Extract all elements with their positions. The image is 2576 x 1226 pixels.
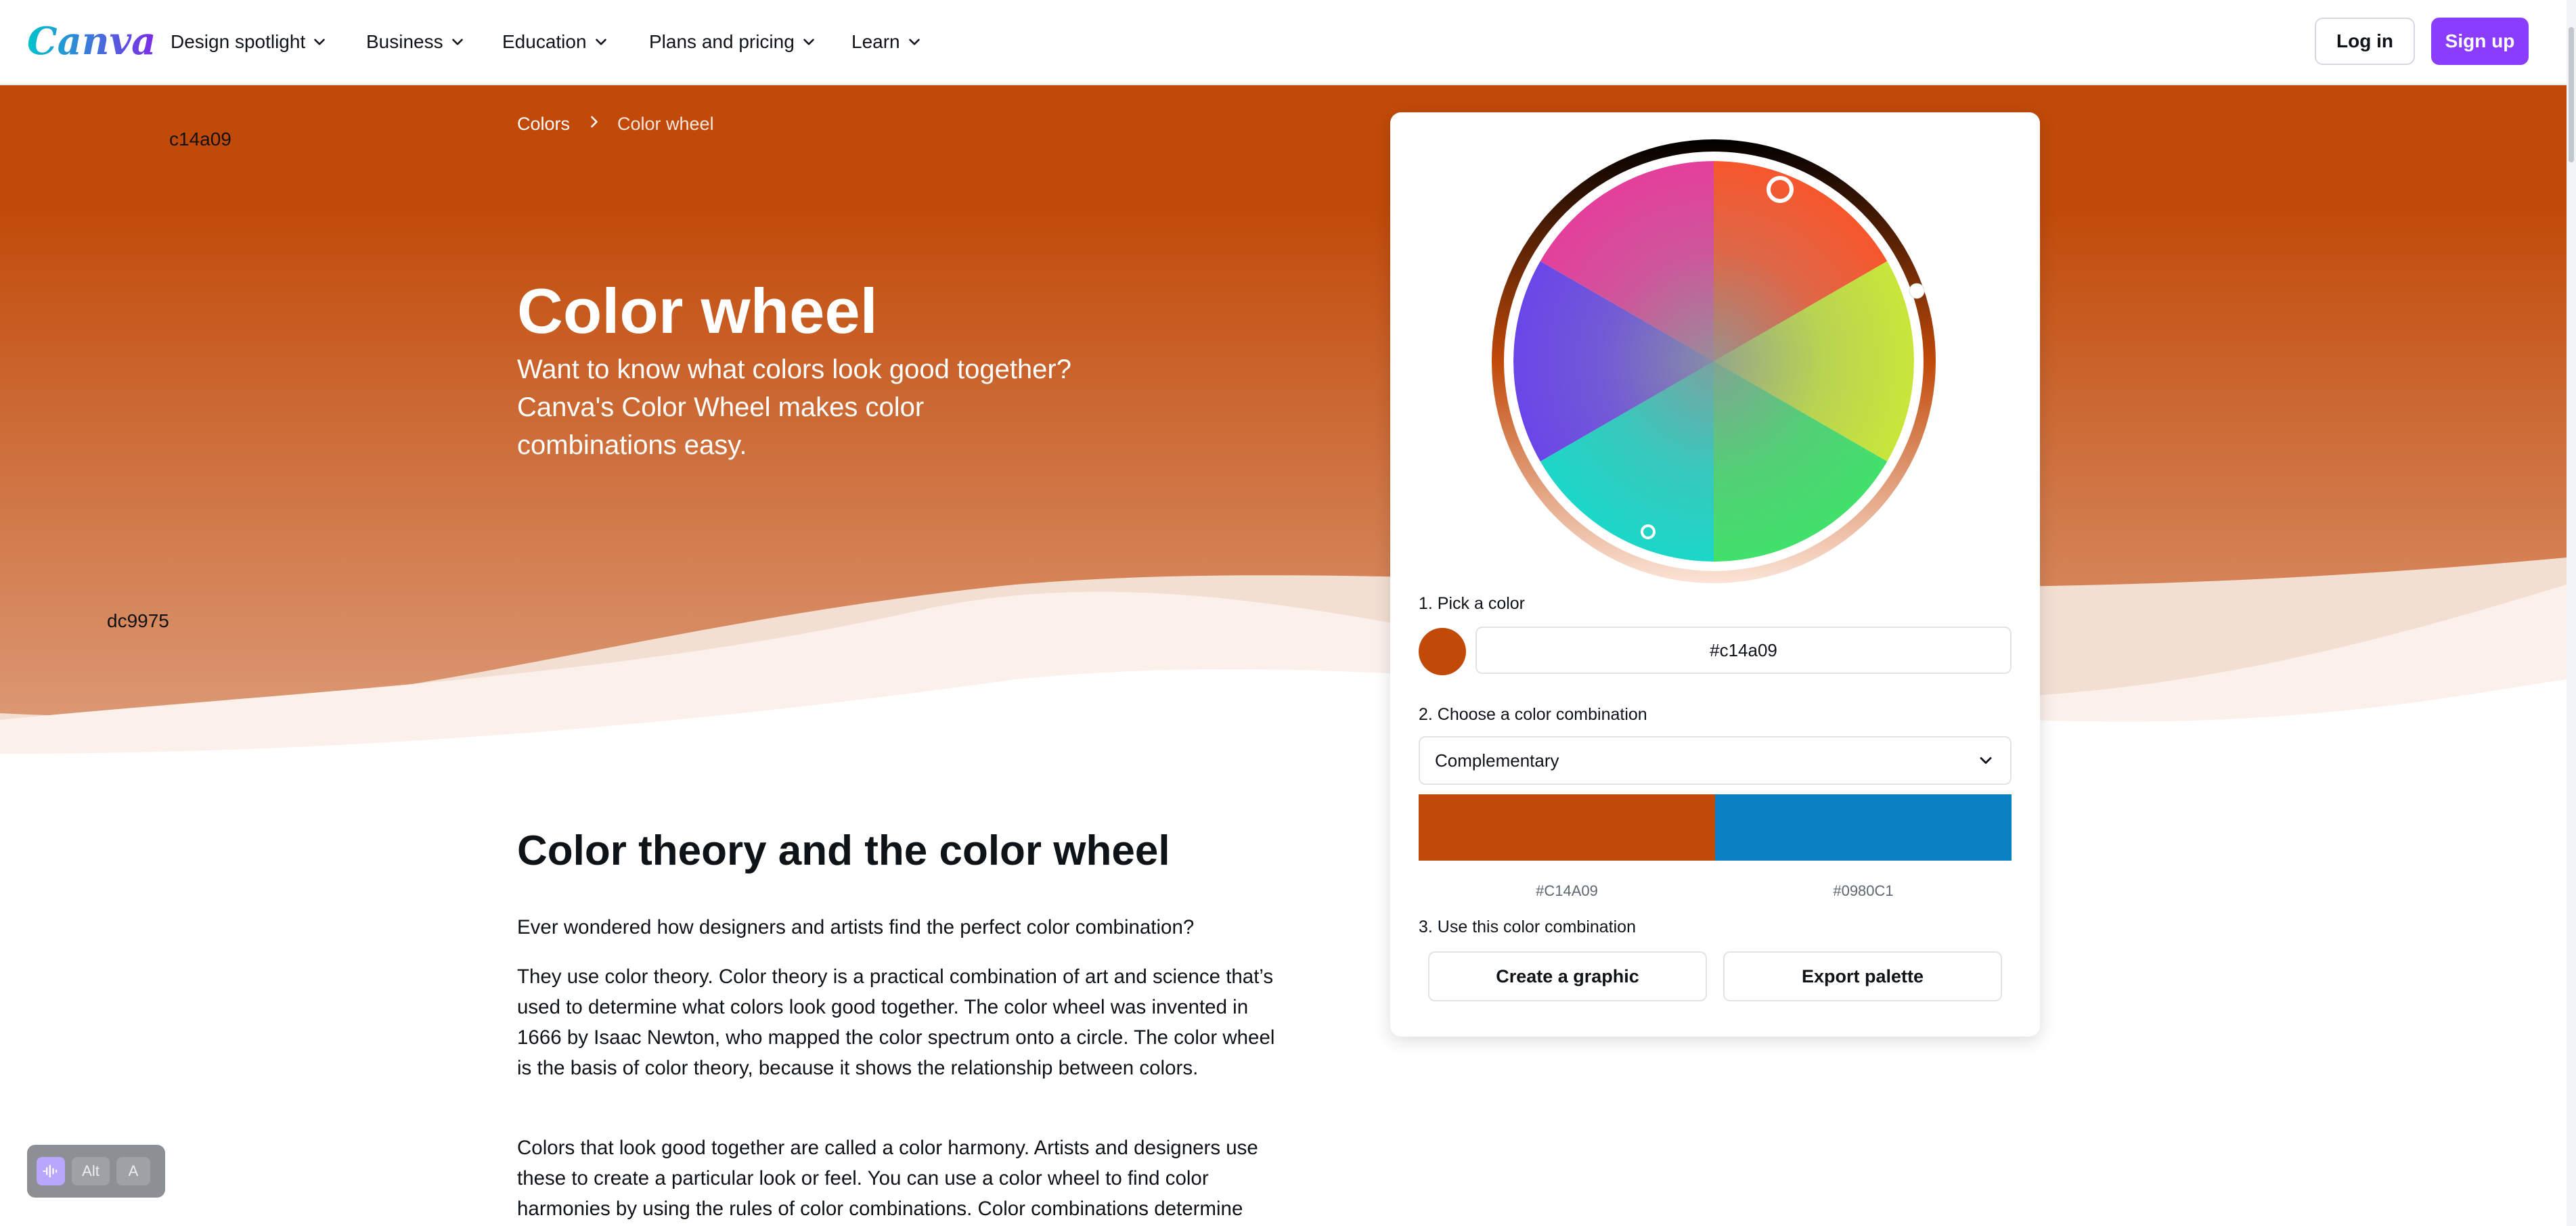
hero-background: [0, 84, 2567, 760]
page-subtitle: Want to know what colors look good toget…: [517, 355, 1071, 460]
chevron-down-icon: [1980, 757, 1992, 764]
step-combination-label: 2. Choose a color combination: [1419, 705, 1647, 724]
nav-label: Design spotlight: [171, 31, 306, 52]
color-wheel-tool: 1. Pick a color 2. Choose a color combin…: [1390, 112, 2040, 1037]
combination-value: Complementary: [1435, 750, 1559, 771]
chevron-down-icon: [595, 39, 606, 45]
hex-color-input[interactable]: [1475, 627, 2012, 674]
swatch-hex-label: #0980C1: [1833, 882, 1894, 899]
nav-design-spotlight[interactable]: Design spotlight: [171, 27, 328, 57]
hero-section: c14a09 dc9975: [0, 84, 2567, 760]
page-scrollbar[interactable]: [2567, 0, 2576, 1226]
scrollbar-thumb[interactable]: [2569, 27, 2574, 162]
chevron-down-icon: [803, 39, 814, 45]
breadcrumb-colors-link[interactable]: Colors: [517, 114, 570, 135]
export-palette-button[interactable]: Export palette: [1723, 951, 2002, 1001]
paragraph: They use color theory. Color theory is a…: [517, 966, 1275, 1079]
alt-text-toggle[interactable]: Alt: [72, 1157, 110, 1185]
nav-education[interactable]: Education: [502, 27, 610, 57]
paragraph: Ever wondered how designers and artists …: [517, 916, 1195, 938]
nav-label: Plans and pricing: [649, 31, 795, 52]
breadcrumb-current: Color wheel: [617, 114, 714, 134]
step-pick-color-label: 1. Pick a color: [1419, 594, 1526, 613]
brightness-handle[interactable]: [1909, 283, 1925, 299]
chevron-down-icon: [908, 39, 920, 45]
selected-color-swatch[interactable]: [1419, 628, 1466, 675]
signup-button[interactable]: Sign up: [2431, 18, 2529, 65]
swatch-hex-label: #C14A09: [1536, 882, 1598, 899]
top-nav: Canva Design spotlight Business Educatio…: [0, 0, 2576, 85]
step-use-combination-label: 3. Use this color combination: [1419, 917, 1636, 936]
palette-swatch-1[interactable]: [1419, 794, 1715, 861]
chevron-down-icon: [451, 39, 463, 45]
text-size-toggle[interactable]: A: [116, 1157, 150, 1185]
canva-logo[interactable]: Canva: [27, 18, 156, 65]
accessibility-widget: Alt A: [27, 1145, 165, 1198]
debug-color-top: c14a09: [169, 129, 231, 150]
debug-color-bottom: dc9975: [107, 610, 169, 631]
nav-business[interactable]: Business: [366, 27, 466, 57]
palette-swatch-2[interactable]: [1715, 794, 2012, 861]
nav-label: Education: [502, 31, 587, 52]
nav-label: Business: [366, 31, 443, 52]
audio-wave-icon[interactable]: [37, 1157, 65, 1185]
color-wheel[interactable]: [1490, 138, 1937, 585]
chevron-down-icon: [314, 39, 326, 45]
nav-plans-pricing[interactable]: Plans and pricing: [649, 27, 818, 57]
nav-learn[interactable]: Learn: [851, 27, 923, 57]
login-button[interactable]: Log in: [2315, 18, 2415, 65]
nav-label: Learn: [851, 31, 900, 52]
create-graphic-button[interactable]: Create a graphic: [1428, 951, 1707, 1001]
page-title: Color wheel: [517, 275, 878, 346]
section-heading: Color theory and the color wheel: [517, 827, 1170, 874]
chevron-right-icon: [591, 116, 598, 128]
paragraph: Colors that look good together are calle…: [517, 1137, 1258, 1220]
combination-select[interactable]: Complementary: [1419, 736, 2012, 785]
